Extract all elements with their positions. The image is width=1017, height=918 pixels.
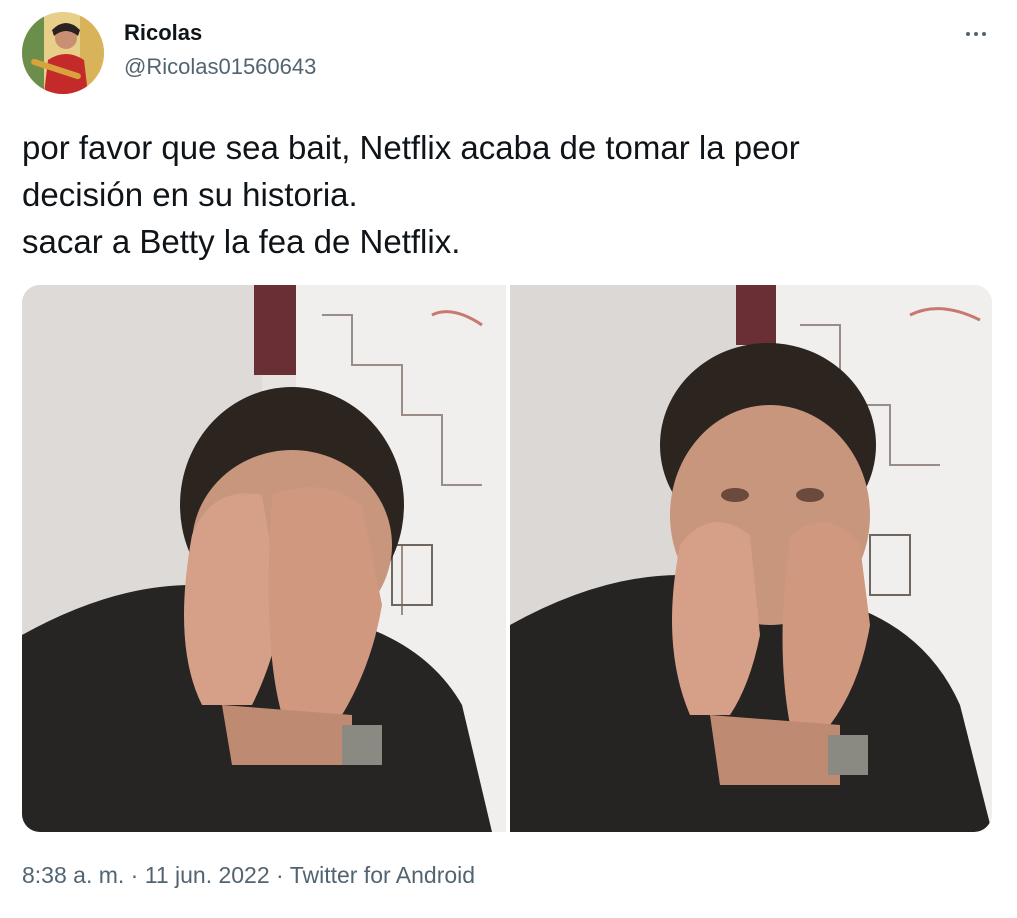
meta-separator: · bbox=[276, 862, 284, 888]
tweet-meta: 8:38 a. m. · 11 jun. 2022 · Twitter for … bbox=[22, 862, 475, 889]
user-handle[interactable]: @Ricolas01560643 bbox=[124, 54, 316, 80]
tweet-card: Ricolas @Ricolas01560643 por favor que s… bbox=[0, 0, 1017, 918]
tweet-text: por favor que sea bait, Netflix acaba de… bbox=[22, 124, 982, 265]
more-horizontal-icon[interactable] bbox=[958, 20, 994, 48]
tweet-photo-2[interactable] bbox=[510, 285, 992, 832]
tweet-date[interactable]: 11 jun. 2022 bbox=[145, 862, 270, 888]
tweet-text-line: decisión en su historia. bbox=[22, 176, 358, 213]
meta-separator: · bbox=[130, 862, 139, 888]
avatar[interactable] bbox=[22, 12, 104, 94]
tweet-text-line: sacar a Betty la fea de Netflix. bbox=[22, 223, 461, 260]
tweet-text-line: por favor que sea bait, Netflix acaba de… bbox=[22, 129, 800, 166]
display-name[interactable]: Ricolas bbox=[124, 20, 202, 46]
tweet-source[interactable]: Twitter for Android bbox=[290, 862, 475, 888]
tweet-photo-1[interactable] bbox=[22, 285, 506, 832]
tweet-time[interactable]: 8:38 a. m. bbox=[22, 862, 124, 888]
tweet-media bbox=[22, 285, 992, 832]
